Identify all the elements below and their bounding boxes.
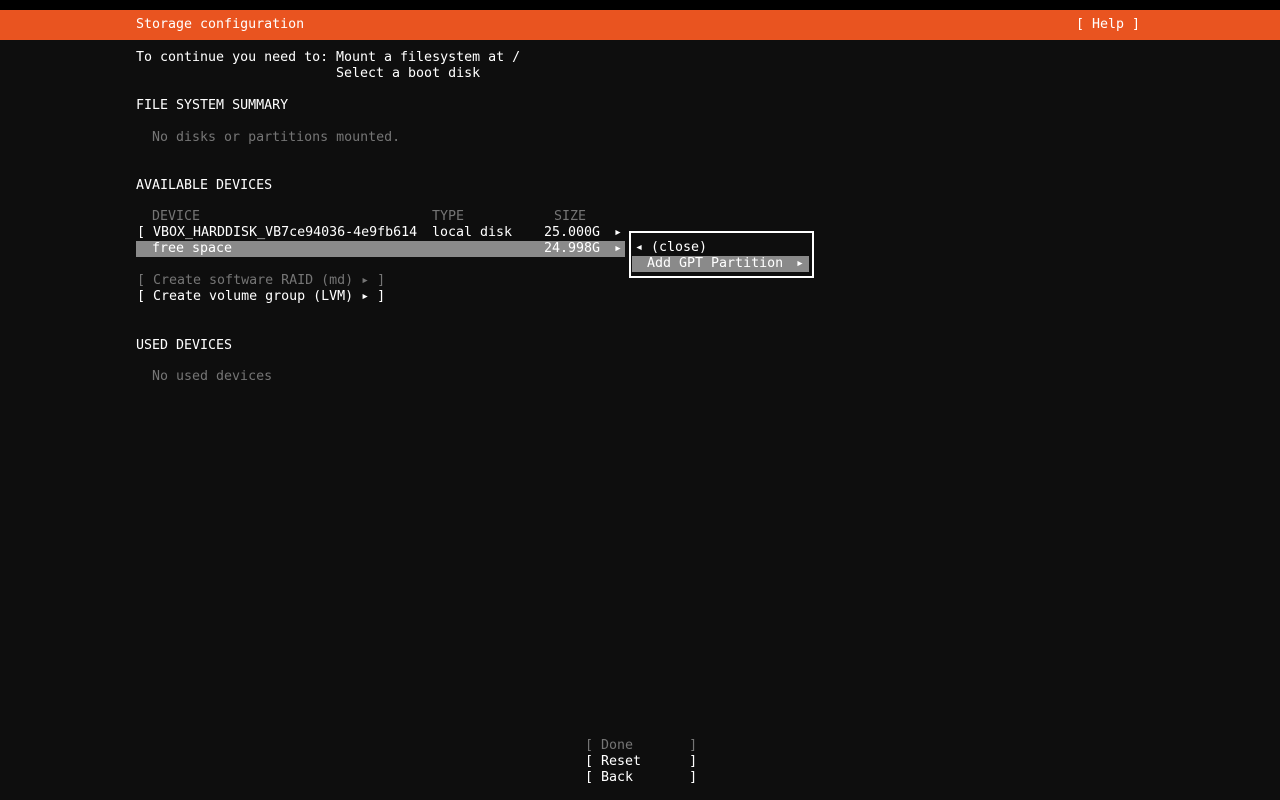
available-devices-heading: AVAILABLE DEVICES <box>136 178 272 194</box>
done-button[interactable]: [ Done ] <box>585 738 697 754</box>
device-name: VBOX_HARDDISK_VB7ce94036-4e9fb614 <box>153 225 417 241</box>
filesystem-summary-heading: FILE SYSTEM SUMMARY <box>136 98 288 114</box>
device-row-bracket: [ <box>137 225 145 241</box>
create-software-raid-button[interactable]: [ Create software RAID (md) ▸ ] <box>137 273 385 289</box>
back-button[interactable]: [ Back ] <box>585 770 697 786</box>
add-gpt-partition-label: Add GPT Partition <box>647 256 783 272</box>
requirement-mount-filesystem: Mount a filesystem at / <box>336 50 520 66</box>
expand-arrow-icon: ▸ <box>614 225 622 241</box>
used-devices-empty-message: No used devices <box>152 369 272 385</box>
column-header-size: SIZE <box>554 209 586 225</box>
free-space-row-selected[interactable]: free space 24.998G ▸ <box>136 241 625 257</box>
submenu-arrow-icon: ▸ <box>796 256 804 272</box>
popup-close-item[interactable]: ◂ (close) <box>631 240 810 256</box>
reset-button[interactable]: [ Reset ] <box>585 754 697 770</box>
expand-arrow-icon: ▸ <box>614 241 622 257</box>
popup-add-gpt-partition-item[interactable]: Add GPT Partition ▸ <box>632 256 809 272</box>
help-button[interactable]: [ Help ] <box>1076 10 1140 40</box>
title-bar: Storage configuration [ Help ] <box>0 10 1280 40</box>
page-title: Storage configuration <box>136 10 304 40</box>
create-volume-group-button[interactable]: [ Create volume group (LVM) ▸ ] <box>137 289 385 305</box>
column-header-type: TYPE <box>432 209 464 225</box>
used-devices-heading: USED DEVICES <box>136 338 232 354</box>
top-strip <box>0 0 1280 10</box>
device-size: 25.000G <box>544 225 600 241</box>
free-space-context-menu: ◂ (close) Add GPT Partition ▸ <box>629 231 814 278</box>
requirement-boot-disk: Select a boot disk <box>336 66 480 82</box>
free-space-size: 24.998G <box>544 241 600 257</box>
filesystem-summary-empty-message: No disks or partitions mounted. <box>152 130 400 146</box>
free-space-label: free space <box>152 241 232 257</box>
device-type: local disk <box>432 225 512 241</box>
popup-close-label: (close) <box>651 240 707 256</box>
intro-prefix: To continue you need to: <box>136 50 328 66</box>
collapse-arrow-icon: ◂ <box>635 240 643 256</box>
storage-configuration-screen: Storage configuration [ Help ] To contin… <box>0 0 1280 800</box>
column-header-device: DEVICE <box>152 209 200 225</box>
